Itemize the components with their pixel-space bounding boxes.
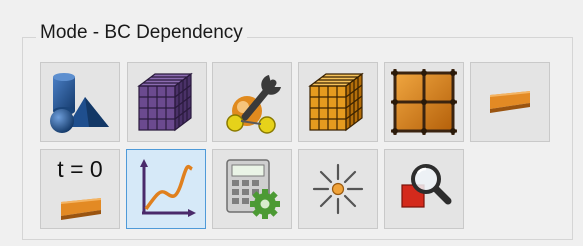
time-zero-label: t = 0 [57,156,103,182]
grid-mode-button[interactable] [384,62,464,142]
calculator-gear-icon [219,156,285,222]
magnifier-shape-icon [394,159,454,219]
geometry-shapes-icon [45,67,115,137]
geometry-mode-button[interactable] [40,62,120,142]
orange-mesh-cube-icon [304,68,372,136]
structured-mesh-mode-button[interactable] [298,62,378,142]
mesh-mode-button[interactable] [127,62,207,142]
curve-graph-icon [134,157,198,221]
initial-condition-button[interactable]: t = 0 [40,149,120,229]
inspect-button[interactable] [384,149,464,229]
point-source-button[interactable] [298,149,378,229]
orange-bar-icon [488,87,532,117]
orange-grid-icon [389,67,459,137]
bc-dependency-panel: Mode - BC Dependency t = 0 [0,0,583,246]
boundary-condition-mode-button[interactable] [470,62,550,142]
group-title: Mode - BC Dependency [36,21,247,45]
wrench-settings-icon [217,67,287,137]
calculator-settings-button[interactable] [212,149,292,229]
settings-mode-button[interactable] [212,62,292,142]
time-zero-bar-icon [59,194,103,224]
purple-mesh-cube-icon [133,68,201,136]
starburst-point-icon [308,159,368,219]
time-dependency-button[interactable] [126,149,206,229]
